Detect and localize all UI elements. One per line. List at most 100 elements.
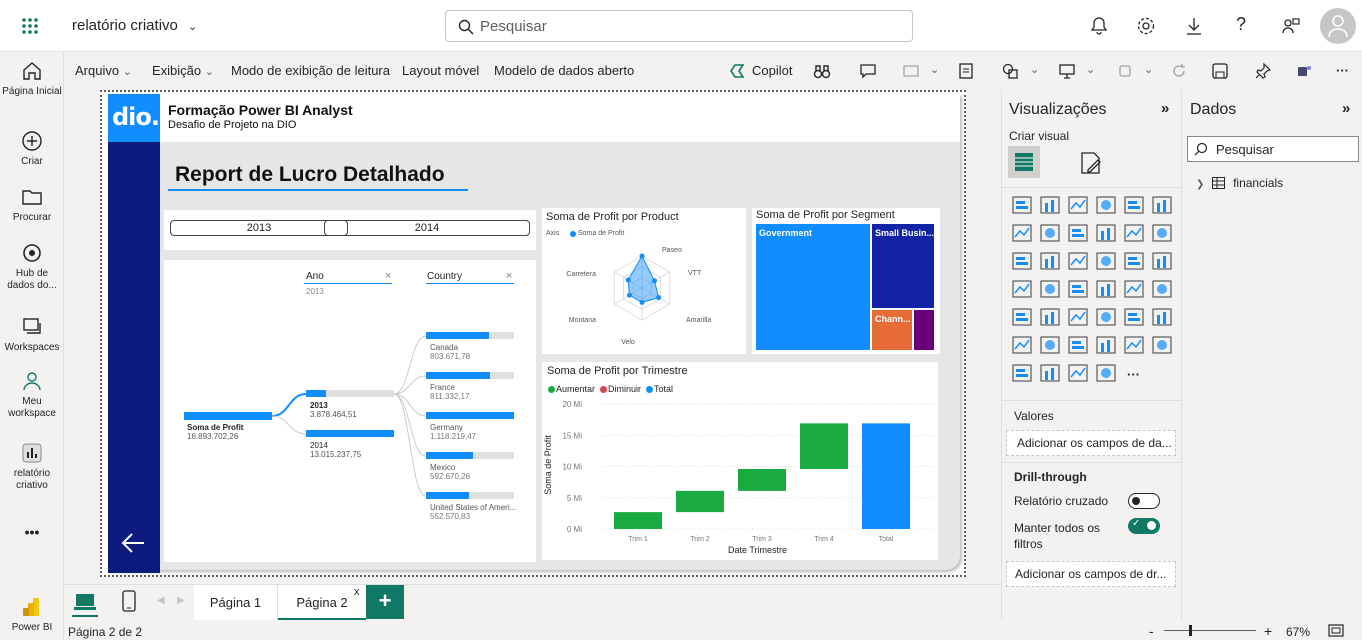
treemap-icon[interactable] (1012, 280, 1032, 298)
mobile-layout-button[interactable]: Layout móvel (402, 63, 479, 78)
python-icon[interactable] (1152, 336, 1172, 354)
copilot-visual-icon[interactable] (1068, 364, 1088, 382)
gauge-icon[interactable] (1124, 280, 1144, 298)
waterfall-icon[interactable] (1040, 252, 1060, 270)
scroll-right-icon[interactable]: ▶ (177, 595, 185, 606)
line-icon[interactable] (1012, 224, 1032, 242)
stacked-bar-icon[interactable] (1012, 196, 1032, 214)
values-drop-well[interactable]: Adicionar os campos de da... (1006, 430, 1176, 456)
r-visual-icon[interactable] (1096, 364, 1116, 382)
decomp-country-bar[interactable] (426, 452, 514, 459)
kpi-icon[interactable] (1040, 308, 1060, 326)
table-item-financials[interactable]: ❯ financials (1196, 176, 1283, 190)
stacked-area-icon[interactable] (1068, 224, 1088, 242)
nav-more[interactable]: ••• (0, 525, 64, 539)
nav-my-workspace[interactable]: Meu workspace (0, 370, 64, 420)
zoom-slider[interactable] (1164, 630, 1256, 631)
desktop-view-icon[interactable] (74, 591, 96, 613)
clustered-bar-icon[interactable] (1068, 196, 1088, 214)
help-icon[interactable]: ? (1236, 14, 1246, 35)
nav-home[interactable]: Página Inicial (0, 60, 64, 98)
decomposition-icon[interactable] (1152, 308, 1172, 326)
fit-page-icon[interactable] (1328, 624, 1344, 637)
shapes-icon[interactable] (1001, 62, 1019, 80)
binoculars-icon[interactable] (813, 62, 831, 80)
map-icon[interactable] (1040, 280, 1060, 298)
gear-icon[interactable] (1136, 16, 1156, 36)
more-visuals-button[interactable]: ··· (1127, 367, 1140, 382)
report-name-button[interactable]: relatório criativo ⌄ (72, 17, 197, 34)
nav-current-report[interactable]: relatório criativo (0, 442, 64, 492)
tab-page-1[interactable]: Página 1 (194, 585, 278, 621)
100-bar-icon[interactable] (1124, 196, 1144, 214)
collapse-pane-icon[interactable]: » (1161, 100, 1169, 117)
pin-icon[interactable] (1254, 62, 1272, 80)
azure-map-icon[interactable] (1096, 280, 1116, 298)
table-icon[interactable] (1096, 308, 1116, 326)
drill-through-drop-well[interactable]: Adicionar os campos de dr... (1006, 561, 1176, 587)
zoom-slider-thumb[interactable] (1189, 625, 1192, 636)
collapse-data-pane-icon[interactable]: » (1342, 100, 1350, 117)
pie-icon[interactable] (1124, 252, 1144, 270)
back-arrow-icon[interactable] (118, 528, 148, 558)
save-icon[interactable] (1211, 62, 1229, 80)
search-box[interactable]: Pesquisar (445, 10, 913, 42)
ribbon-chart-icon[interactable] (1012, 252, 1032, 270)
data-search-box[interactable]: Pesquisar (1187, 136, 1359, 162)
share-people-icon[interactable] (1281, 16, 1301, 36)
nav-browse[interactable]: Procurar (0, 186, 64, 224)
decomp-year-bar[interactable] (306, 390, 394, 397)
slicer-icon[interactable] (1068, 308, 1088, 326)
goals-icon[interactable] (1096, 336, 1116, 354)
stacked-column-icon[interactable] (1040, 196, 1060, 214)
comment-icon[interactable] (859, 62, 877, 80)
scroll-left-icon[interactable]: ◀ (157, 595, 165, 606)
data-model-button[interactable]: Modelo de dados aberto (494, 63, 634, 78)
tab-page-2[interactable]: Página 2 (278, 585, 366, 621)
100-column-icon[interactable] (1152, 196, 1172, 214)
zoom-in-button[interactable]: + (1264, 623, 1272, 639)
reading-mode-button[interactable]: Modo de exibição de leitura (231, 63, 390, 78)
filled-map-icon[interactable] (1068, 280, 1088, 298)
more-options-button[interactable]: ··· (1336, 63, 1349, 78)
decomp-year-bar[interactable] (306, 430, 394, 437)
qa-icon[interactable] (1040, 336, 1060, 354)
keep-filters-toggle[interactable]: ✓ (1128, 518, 1160, 534)
donut-icon[interactable] (1152, 252, 1172, 270)
teams-icon[interactable] (1295, 62, 1313, 80)
paginated-icon[interactable] (1124, 336, 1144, 354)
waterfall-chart[interactable]: Soma de Profit por Trimestre Aumentar Di… (542, 362, 938, 560)
treemap-chart[interactable]: Soma de Profit por Segment Government Sm… (752, 208, 940, 354)
radar-chart[interactable]: Soma de Profit por Product Axis Soma de … (542, 208, 746, 354)
app-launcher-icon[interactable] (20, 16, 40, 36)
ribbon-icon[interactable] (1096, 224, 1116, 242)
build-visual-tab[interactable] (1008, 146, 1040, 178)
card-icon[interactable] (1152, 280, 1172, 298)
key-influencers-icon[interactable] (1012, 336, 1032, 354)
scatter-icon[interactable] (1096, 252, 1116, 270)
decomp-country-bar[interactable] (426, 332, 514, 339)
mobile-view-icon[interactable] (122, 590, 136, 612)
treemap-channel[interactable]: Chann... (872, 310, 912, 350)
visual-interaction-icon[interactable] (902, 62, 920, 80)
line-column-icon[interactable] (1124, 224, 1144, 242)
copilot-icon[interactable] (728, 62, 746, 80)
treemap-other[interactable] (914, 310, 934, 350)
close-tab-icon[interactable]: x (354, 586, 360, 598)
avatar[interactable] (1320, 8, 1356, 44)
decomp-country-bar[interactable] (426, 492, 514, 499)
nav-create[interactable]: Criar (0, 130, 64, 168)
treemap-small-business[interactable]: Small Busin... (872, 224, 934, 308)
decomp-country-bar[interactable] (426, 412, 514, 419)
decomp-country-bar[interactable] (426, 372, 514, 379)
funnel-icon[interactable] (1068, 252, 1088, 270)
menu-exibicao[interactable]: Exibição ⌄ (152, 63, 214, 78)
page-icon[interactable] (957, 62, 975, 80)
matrix-icon[interactable] (1124, 308, 1144, 326)
close-icon[interactable]: × (506, 270, 512, 282)
slicer-2013[interactable]: 2013 (170, 220, 348, 236)
add-page-button[interactable]: + (366, 585, 404, 619)
chevron-down-icon[interactable]: ⌄ (930, 63, 939, 76)
power-bi-brand[interactable]: Power BI (0, 596, 64, 634)
nav-workspaces[interactable]: Workspaces (0, 316, 64, 354)
